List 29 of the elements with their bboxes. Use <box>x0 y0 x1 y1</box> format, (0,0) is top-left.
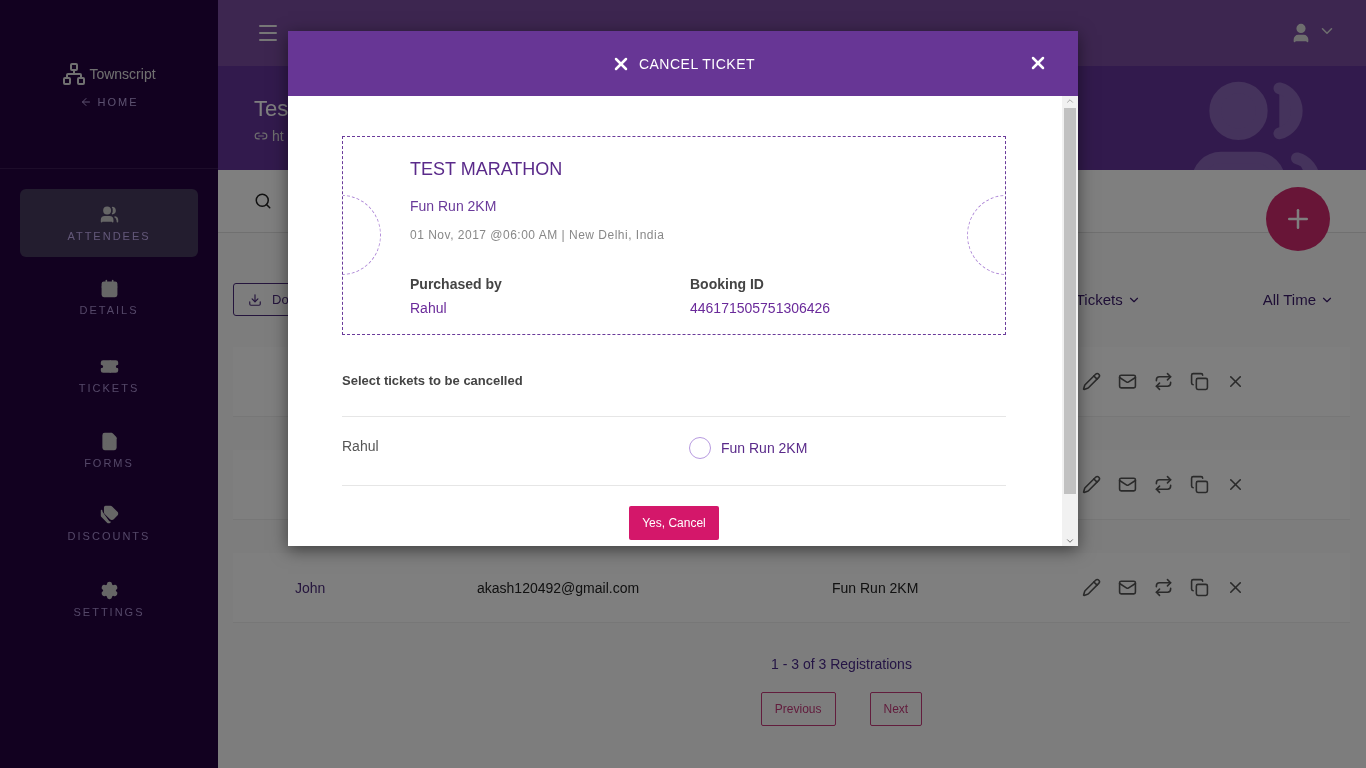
select-prompt: Select tickets to be cancelled <box>342 373 524 388</box>
booking-id-label: Booking ID <box>690 276 765 292</box>
attendee-name: John <box>295 579 327 596</box>
sidebar-item[interactable]: ATTENDEES <box>20 189 198 257</box>
sidebar-item[interactable]: DISCOUNTS <box>20 487 198 559</box>
event-title: Tes <box>254 96 289 122</box>
attendee-email: akash120492@gmail.com <box>477 579 641 596</box>
confirm-button[interactable]: Yes, Cancel <box>629 506 719 540</box>
purchaser-name: Rahul <box>410 300 448 316</box>
sidebar-item[interactable]: SETTINGS <box>20 563 198 635</box>
ticket-name: Fun Run 2KM <box>832 579 920 596</box>
next-button[interactable]: Next <box>869 692 923 726</box>
event-date-location: 01 Nov, 2017 @06:00 AM | New Delhi, India <box>410 228 666 242</box>
ticket-type: Fun Run 2KM <box>410 198 498 214</box>
purchaser-label: Purchased by <box>410 276 503 292</box>
event-name: TEST MARATHON <box>410 159 564 180</box>
booking-id: 446171505751306426 <box>690 300 832 316</box>
sidebar-item[interactable]: TICKETS <box>20 337 198 413</box>
dialog-title: CANCEL TICKET <box>610 53 756 74</box>
time-filter[interactable]: All Time <box>1256 290 1340 309</box>
ticket-option[interactable]: Fun Run 2KM <box>689 437 1006 459</box>
brand-name: Townscript <box>89 66 156 82</box>
previous-button[interactable]: Previous <box>760 692 836 726</box>
sidebar-item[interactable]: DETAILS <box>20 261 198 333</box>
pagination-summary: 1 - 3 of 3 Registrations <box>771 656 912 672</box>
sidebar-item[interactable]: FORMS <box>20 417 198 483</box>
attendee-name: Rahul <box>342 438 380 454</box>
home-link[interactable]: HOME <box>79 96 139 108</box>
ticket-filter[interactable]: Tickets <box>1069 290 1147 309</box>
